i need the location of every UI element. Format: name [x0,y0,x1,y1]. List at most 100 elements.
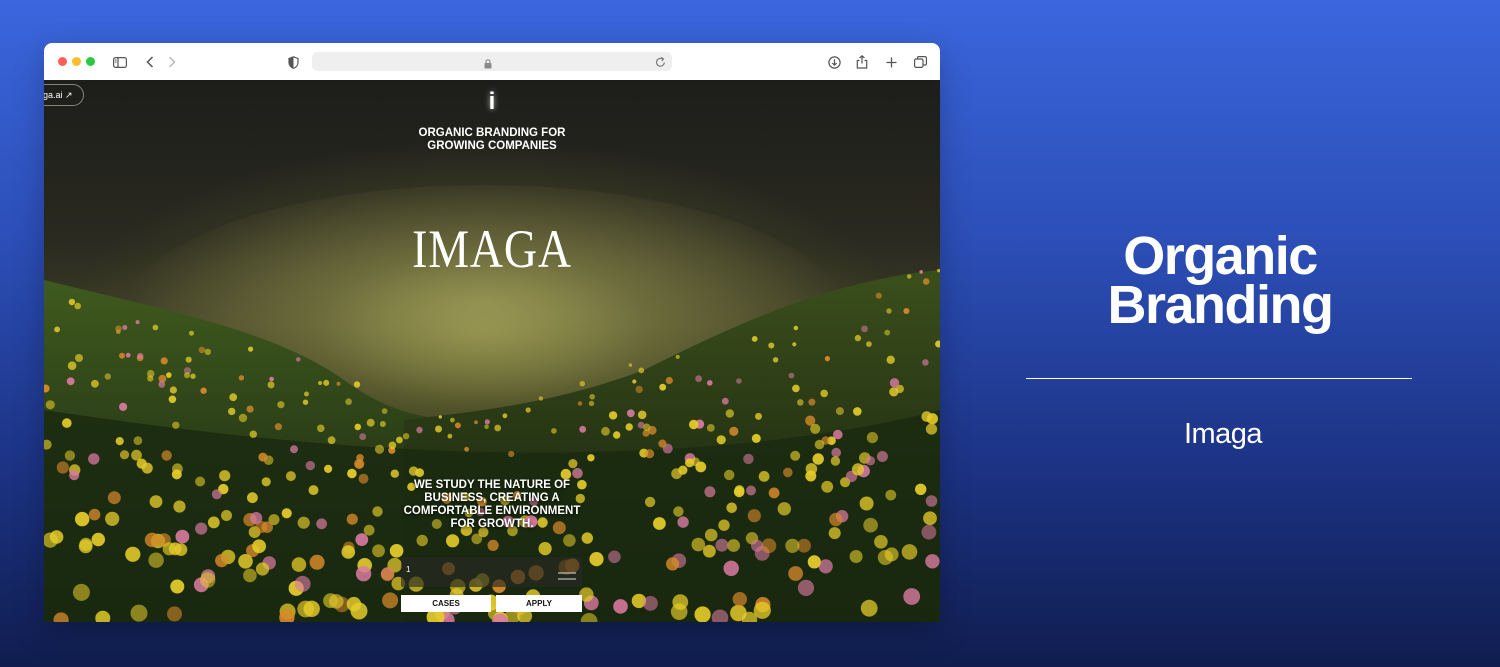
flower [645,449,655,459]
download-icon[interactable] [824,52,844,72]
flower [238,413,248,423]
flower [318,380,323,386]
flower [925,423,938,435]
flower [346,513,358,525]
flower [792,384,800,393]
mission-line: BUSINESS, CREATING A [424,492,560,504]
flower [725,409,734,418]
flower [810,423,821,434]
flower [732,592,747,607]
flower [901,544,918,560]
flower [381,408,388,414]
flower [589,552,604,567]
flower [248,346,254,352]
flower [903,308,910,314]
flower [291,557,307,572]
chevron-right-icon[interactable] [162,52,182,72]
flower [438,415,442,419]
flower [246,405,254,413]
flower [707,380,713,386]
flower [354,423,362,431]
flower [79,537,93,551]
flower [69,470,80,481]
flower [724,469,735,481]
flower [751,433,761,443]
flower [56,461,69,474]
flower [125,352,131,358]
cases-button[interactable]: CASES [401,595,491,612]
flower [788,566,803,581]
flower [189,330,194,336]
flower [579,381,585,387]
flower [723,560,739,576]
flower [484,424,489,430]
flower [538,396,544,401]
flower [416,534,428,547]
flower [358,473,369,484]
flower [305,460,315,471]
flower [666,557,680,571]
flower [104,373,111,380]
flower [755,412,762,420]
flower [172,421,180,429]
plus-icon[interactable] [881,52,901,72]
flower [88,453,100,465]
flower [922,359,929,366]
headline-line-2: Branding [1107,275,1335,335]
flower [355,566,372,582]
share-icon[interactable] [852,52,872,72]
flower [889,387,899,397]
divider [1026,378,1412,379]
flower [166,372,172,378]
flower [274,423,282,431]
flower [637,421,645,429]
flower [133,436,143,446]
flower [875,292,882,299]
lock-icon [484,56,492,74]
flower [921,524,937,540]
site-logo-icon[interactable]: i [482,90,502,114]
maximize-window-button[interactable] [86,57,95,66]
flower [160,357,168,365]
flower [678,465,688,475]
flower [255,562,270,576]
shield-icon[interactable] [283,52,303,72]
close-window-button[interactable] [58,57,67,66]
flower [350,602,368,620]
flower [502,413,508,419]
flower [653,517,666,530]
bottom-nav-widget[interactable]: 1 [401,557,582,587]
flower [658,439,667,448]
flower [269,376,274,382]
flower [229,393,238,402]
flower [290,445,298,454]
minimize-window-button[interactable] [72,57,81,66]
flower [204,348,211,355]
flower [173,500,186,513]
hamburger-menu-icon[interactable] [558,567,576,585]
domain-link-pill[interactable]: ga.ai ↗ [44,84,84,106]
flower [677,516,689,528]
sidebar-icon[interactable] [110,52,130,72]
address-bar[interactable] [312,52,672,71]
tabs-overview-icon[interactable] [910,52,930,72]
flower [169,386,177,394]
flower [729,426,739,436]
flower [673,506,684,517]
flower [68,298,76,306]
chevron-left-icon[interactable] [140,52,160,72]
apply-button[interactable]: APPLY [496,595,582,612]
flower [588,400,595,407]
flower [638,367,645,374]
flower [704,486,716,498]
flower [297,516,310,529]
flower [219,470,231,482]
flower [792,342,797,347]
flower [751,336,758,342]
brand-name: Imaga [1183,418,1263,450]
reload-icon[interactable] [655,55,666,73]
flower [238,554,253,569]
flower [281,508,292,519]
flower [694,606,711,622]
flower [125,546,141,562]
